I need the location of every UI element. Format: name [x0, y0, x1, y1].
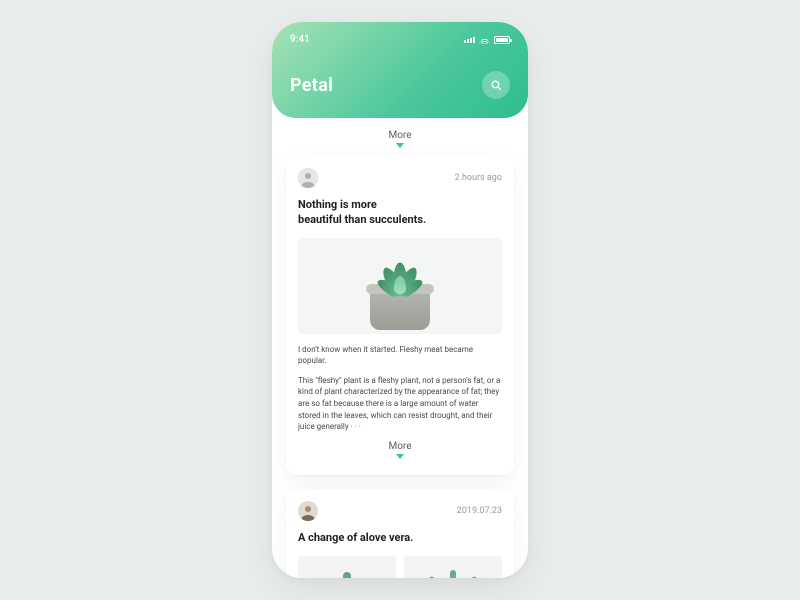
post-card[interactable]: 2 hours ago Nothing is more beautiful th…: [286, 156, 514, 475]
signal-icon: [464, 37, 475, 43]
status-indicators: [464, 36, 510, 44]
load-previous[interactable]: More: [272, 130, 528, 148]
status-time: 9:41: [290, 34, 310, 45]
search-button[interactable]: [482, 71, 510, 99]
post-body: I don't know when it started. Fleshy mea…: [298, 344, 502, 433]
app-header: 9:41 Petal: [272, 22, 528, 118]
post-title: A change of alove vera.: [298, 531, 502, 546]
post-paragraph: This "fleshy" plant is a fleshy plant, n…: [298, 375, 502, 433]
more-label: More: [298, 441, 502, 452]
post-hero-image: [298, 238, 502, 334]
app-title: Petal: [290, 75, 333, 96]
caret-down-icon: [396, 143, 404, 148]
more-label: More: [272, 130, 528, 141]
avatar[interactable]: [298, 501, 318, 521]
post-paragraph: I don't know when it started. Fleshy mea…: [298, 344, 502, 367]
post-card[interactable]: 2019.07.23 A change of alove vera.: [286, 489, 514, 578]
post-thumb: [298, 556, 396, 578]
caret-down-icon: [396, 454, 404, 459]
feed-scroll[interactable]: More 2 hours ago Nothing is more beautif…: [272, 118, 528, 578]
avatar[interactable]: [298, 168, 318, 188]
post-timestamp: 2 hours ago: [455, 173, 502, 183]
post-thumb: [404, 556, 502, 578]
expand-post[interactable]: More: [298, 441, 502, 459]
post-timestamp: 2019.07.23: [457, 506, 502, 516]
battery-icon: [494, 36, 510, 44]
phone-frame: 9:41 Petal More: [272, 22, 528, 578]
post-image-row: [298, 556, 502, 578]
status-bar: 9:41: [290, 32, 510, 45]
post-title: Nothing is more beautiful than succulent…: [298, 198, 502, 228]
search-icon: [490, 79, 503, 92]
wifi-icon: [479, 36, 490, 44]
